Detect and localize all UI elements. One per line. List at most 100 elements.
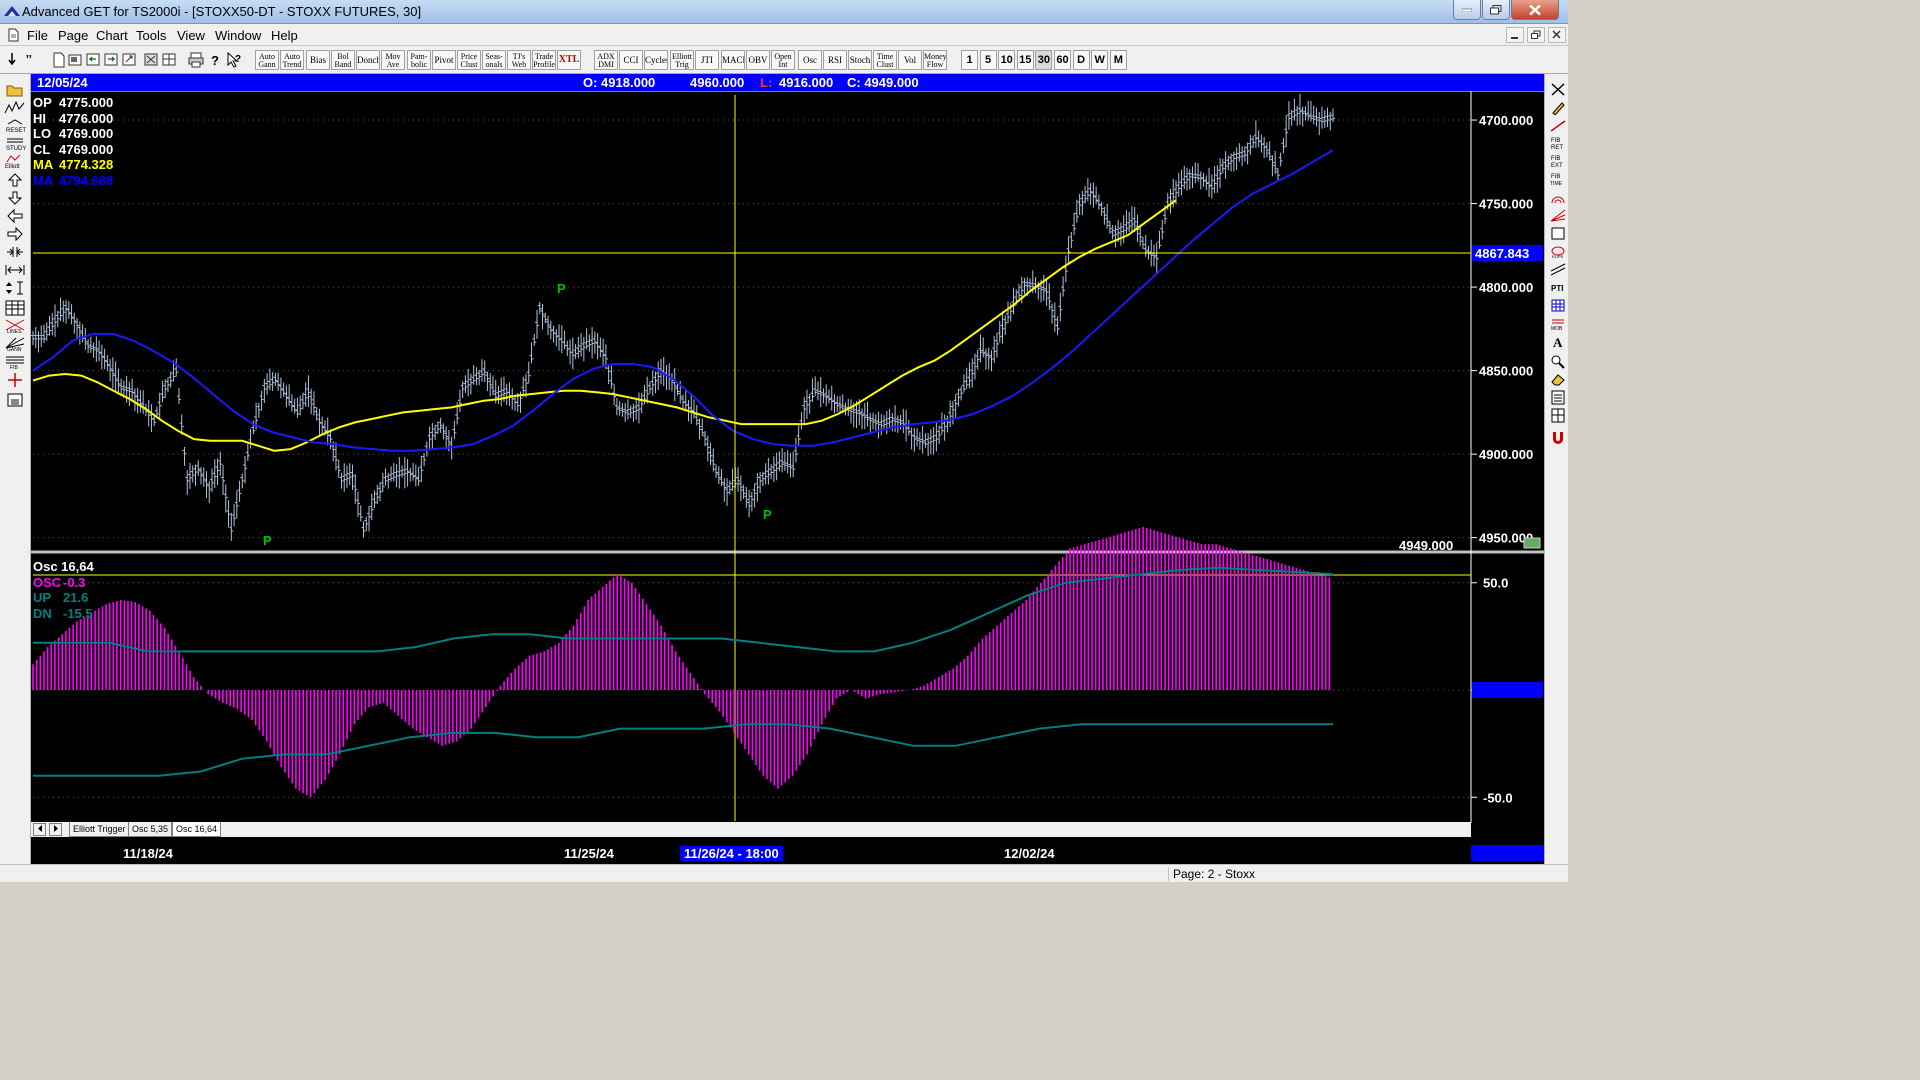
open-page-icon[interactable] [68, 52, 82, 68]
table-icon[interactable] [4, 300, 26, 316]
text-tool-icon[interactable]: A [1550, 334, 1566, 349]
arrow-left-icon[interactable] [4, 208, 26, 224]
channel-icon[interactable] [1550, 262, 1566, 277]
study-button-vol[interactable]: Vol [898, 50, 922, 70]
tab-osc-5-35[interactable]: Osc 5,35 [128, 822, 173, 837]
mdi-close-button[interactable] [1548, 27, 1566, 43]
study-button-auto-trend[interactable]: Auto Trend [280, 50, 304, 70]
study-button-xtl[interactable]: XTL [557, 50, 581, 70]
context-help-icon[interactable]: ? [226, 52, 242, 68]
zoom-icon[interactable] [1550, 354, 1566, 369]
crosshair-icon[interactable] [4, 372, 26, 388]
study-button-rsi[interactable]: RSI [823, 50, 847, 70]
study-button-bias[interactable]: Bias [306, 50, 330, 70]
mob-icon[interactable]: MOB [1550, 316, 1566, 331]
arrow-right-icon[interactable] [4, 226, 26, 242]
study-button-bol-band[interactable]: Bol Band [331, 50, 355, 70]
interval-button-m[interactable]: M [1109, 50, 1127, 70]
quote-icon[interactable]: " [24, 52, 38, 68]
tab-scroll-left-button[interactable] [33, 823, 46, 836]
grid-icon[interactable] [162, 52, 176, 68]
fib-time-icon[interactable]: FIBTIME [1550, 172, 1566, 187]
chart-canvas[interactable]: 4950.0004900.0004850.0004800.0004750.000… [31, 91, 1544, 864]
compress-icon[interactable] [4, 244, 26, 260]
menu-window[interactable]: Window [215, 28, 261, 43]
study-button-seas--onals[interactable]: Seas-onals [482, 50, 506, 70]
grid-tool-icon[interactable] [1550, 298, 1566, 313]
menu-file[interactable]: File [27, 28, 48, 43]
time-axis[interactable]: 11/18/24 11/25/24 11/26/24 - 18:00 12/02… [31, 845, 1471, 861]
study-button-pivot[interactable]: Pivot [432, 50, 456, 70]
interval-button-1[interactable]: 1 [961, 50, 978, 70]
study-button-stoch[interactable]: Stoch [848, 50, 872, 70]
study-button-time-clust[interactable]: Time Clust [873, 50, 897, 70]
menu-help[interactable]: Help [271, 28, 298, 43]
mdi-restore-button[interactable] [1527, 27, 1545, 43]
pointer-icon[interactable] [6, 52, 20, 68]
template-icon[interactable] [1550, 390, 1566, 405]
tab-elliott-trigger[interactable]: Elliott Trigger [69, 822, 130, 837]
interval-button-10[interactable]: 10 [998, 50, 1016, 70]
study-button-pam--bolic[interactable]: Pam-bolic [407, 50, 431, 70]
study-button-elliott-trig[interactable]: Elliott Trig [670, 50, 694, 70]
open-folder-icon[interactable] [4, 82, 26, 98]
new-page-icon[interactable] [52, 52, 66, 68]
menu-view[interactable]: View [177, 28, 205, 43]
menu-chart[interactable]: Chart [96, 28, 128, 43]
arc-icon[interactable] [1550, 190, 1566, 205]
study-button-money-flow[interactable]: Money Flow [923, 50, 947, 70]
study-button-open-int[interactable]: Open Int [771, 50, 795, 70]
ellipse-icon[interactable]: ELIPS [1550, 244, 1566, 259]
elliott-icon[interactable]: Elliott [4, 154, 26, 170]
expand-icon[interactable] [4, 262, 26, 278]
arrow-down-icon[interactable] [4, 190, 26, 206]
study-button-obv[interactable]: OBV [746, 50, 770, 70]
minimize-button[interactable] [1453, 0, 1481, 20]
pencil-icon[interactable] [1550, 100, 1566, 115]
fib-extension-icon[interactable]: FIBEXT [1550, 154, 1566, 169]
study-button-cycles[interactable]: Cycles [644, 50, 668, 70]
chart-area[interactable]: 4950.000 4900.000 4850.000 4800.000 4750.000… [31, 91, 1544, 864]
interval-button-w[interactable]: W [1091, 50, 1109, 70]
eraser-icon[interactable] [1550, 372, 1566, 387]
study-button-donch[interactable]: Donch [356, 50, 380, 70]
study-button-cci[interactable]: CCI [619, 50, 643, 70]
tab-osc-16-64[interactable]: Osc 16,64 [172, 822, 222, 837]
gann-icon[interactable]: GANN [4, 336, 26, 352]
hint-icon[interactable]: ? [208, 52, 222, 68]
study-button-tjs-web[interactable]: TJ's Web [507, 50, 531, 70]
menu-tools[interactable]: Tools [136, 28, 166, 43]
back-icon[interactable] [86, 52, 100, 68]
study-button-osc[interactable]: Osc [798, 50, 822, 70]
fib-retracement-icon[interactable]: FIBRET [1550, 136, 1566, 151]
tab-scroll-right-button[interactable] [49, 823, 62, 836]
lines-icon[interactable]: LINES [4, 318, 26, 334]
study-button-trade-profile[interactable]: Trade Profile [532, 50, 556, 70]
arrow-up-icon[interactable] [4, 172, 26, 188]
reset-icon[interactable]: RESET [4, 118, 26, 134]
study-button-auto-gann[interactable]: Auto Gann [255, 50, 279, 70]
study-button-price-clust[interactable]: Price Clust [457, 50, 481, 70]
fan-icon[interactable] [1550, 208, 1566, 223]
elliott-wave-icon[interactable] [4, 100, 26, 116]
delete-icon[interactable] [144, 52, 158, 68]
interval-button-60[interactable]: 60 [1054, 50, 1071, 70]
interval-button-5[interactable]: 5 [979, 50, 997, 70]
forward-icon[interactable] [104, 52, 118, 68]
study-button-adx-dmi[interactable]: ADX DMI [594, 50, 618, 70]
mdi-minimize-button[interactable] [1506, 27, 1524, 43]
interval-button-d[interactable]: D [1072, 50, 1090, 70]
restore-button[interactable] [1482, 0, 1510, 20]
interval-button-30[interactable]: 30 [1035, 50, 1053, 70]
refresh-icon[interactable] [122, 52, 136, 68]
study-button-mov-ave[interactable]: Mov Ave [381, 50, 405, 70]
interval-button-15[interactable]: 15 [1016, 50, 1034, 70]
magnet-icon[interactable] [1550, 430, 1566, 445]
print-icon[interactable] [188, 52, 204, 68]
trendline-icon[interactable] [1550, 118, 1566, 133]
study-icon[interactable]: STUDY [4, 136, 26, 152]
fib-icon[interactable]: FIB [4, 354, 26, 370]
study-button-macd[interactable]: MACD [721, 50, 745, 70]
pti-icon[interactable]: PTI [1550, 280, 1566, 295]
close-button[interactable] [1511, 0, 1559, 20]
